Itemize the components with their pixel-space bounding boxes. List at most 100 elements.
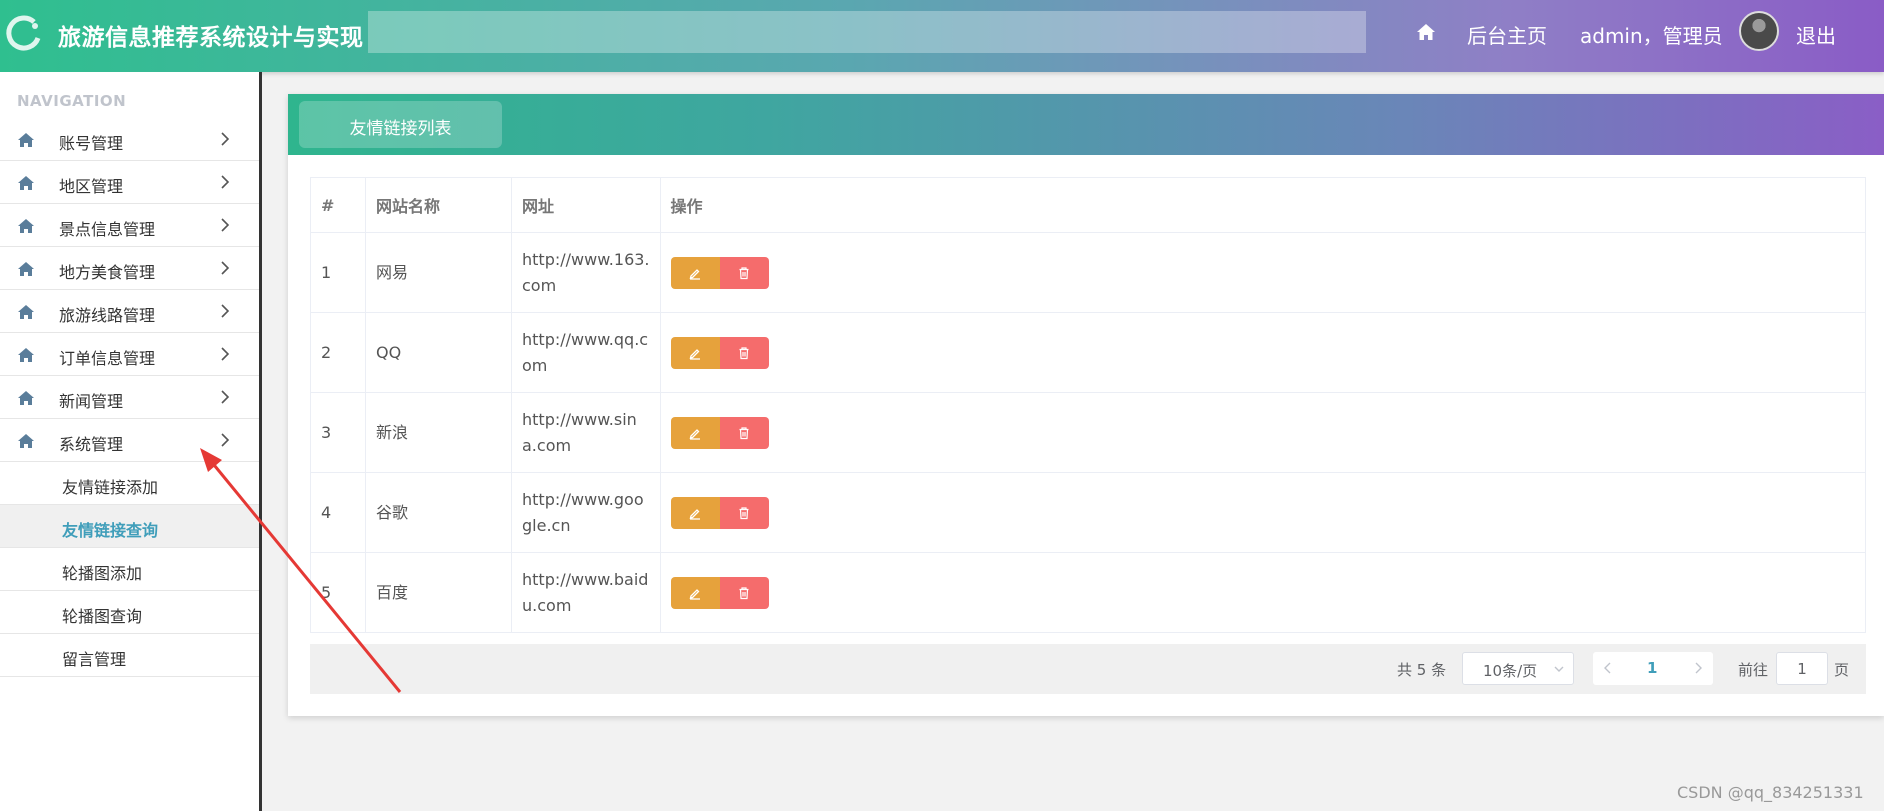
pagination: 共 5 条 10条/页 1 前往 页 bbox=[310, 644, 1866, 694]
sidebar-item-route[interactable]: 旅游线路管理 bbox=[0, 290, 259, 333]
sidebar-subitem-link-add[interactable]: 友情链接添加 bbox=[0, 462, 259, 505]
sidebar-item-label: 地区管理 bbox=[59, 177, 124, 196]
site-url: http://www.goo gle.cn bbox=[511, 472, 661, 553]
header-search-bar[interactable] bbox=[368, 11, 1366, 53]
home-icon bbox=[18, 391, 34, 405]
sidebar-item-account[interactable]: 账号管理 bbox=[0, 118, 259, 161]
site-url: http://www.qq.c om bbox=[511, 312, 661, 393]
page-suffix: 页 bbox=[1834, 661, 1850, 679]
chevron-down-icon bbox=[1554, 666, 1564, 672]
edit-button[interactable] bbox=[670, 576, 720, 609]
current-page[interactable]: 1 bbox=[1647, 659, 1657, 677]
sidebar-subitem-label: 友情链接添加 bbox=[62, 478, 159, 497]
edit-icon bbox=[689, 588, 701, 600]
sidebar-item-food[interactable]: 地方美食管理 bbox=[0, 247, 259, 290]
row-index: 4 bbox=[310, 472, 366, 553]
sidebar-subitem-label: 轮播图添加 bbox=[62, 564, 143, 583]
site-name: 网易 bbox=[365, 232, 512, 313]
table-row: 1 网易 http://www.163. com bbox=[310, 232, 1867, 313]
chevron-right-icon bbox=[221, 347, 230, 361]
column-header: # bbox=[310, 177, 366, 233]
row-index: 3 bbox=[310, 392, 366, 473]
chevron-right-icon[interactable] bbox=[1691, 660, 1705, 676]
url-line: http://www.qq.c bbox=[522, 329, 649, 349]
logout-link[interactable]: 退出 bbox=[1796, 20, 1836, 49]
home-icon bbox=[18, 176, 34, 190]
trash-icon bbox=[739, 586, 749, 599]
site-url: http://www.sin a.com bbox=[511, 392, 661, 473]
sidebar: NAVIGATION 账号管理 地区管理 景点信息管理 地方美食管理 旅游线路管… bbox=[0, 72, 262, 811]
edit-button[interactable] bbox=[670, 496, 720, 529]
page-size-select[interactable]: 10条/页 bbox=[1462, 652, 1574, 685]
chevron-right-icon bbox=[221, 175, 230, 189]
sidebar-item-system[interactable]: 系统管理 bbox=[0, 419, 259, 462]
nav-caption: NAVIGATION bbox=[17, 92, 127, 110]
avatar[interactable] bbox=[1739, 11, 1779, 51]
site-name: 百度 bbox=[365, 552, 512, 633]
sidebar-item-scenic[interactable]: 景点信息管理 bbox=[0, 204, 259, 247]
home-icon bbox=[18, 305, 34, 319]
sidebar-item-label: 地方美食管理 bbox=[59, 263, 156, 282]
sidebar-item-news[interactable]: 新闻管理 bbox=[0, 376, 259, 419]
site-name: 新浪 bbox=[365, 392, 512, 473]
trash-icon bbox=[739, 266, 749, 279]
trash-icon bbox=[739, 426, 749, 439]
row-actions bbox=[659, 392, 1867, 473]
url-line: om bbox=[522, 355, 548, 375]
goto-page-input[interactable] bbox=[1776, 652, 1828, 685]
delete-button[interactable] bbox=[719, 336, 769, 369]
edit-button[interactable] bbox=[670, 416, 720, 449]
column-header: 操作 bbox=[659, 177, 1867, 233]
url-line: http://www.goo bbox=[522, 489, 644, 509]
row-index: 5 bbox=[310, 552, 366, 633]
chevron-right-icon bbox=[221, 390, 230, 404]
url-line: http://www.sin bbox=[522, 409, 637, 429]
page-navigator: 1 bbox=[1593, 652, 1713, 685]
site-name: 谷歌 bbox=[365, 472, 512, 553]
chevron-left-icon[interactable] bbox=[1601, 660, 1615, 676]
sidebar-subitem-messages[interactable]: 留言管理 bbox=[0, 634, 259, 677]
backend-home-link[interactable]: 后台主页 bbox=[1467, 20, 1547, 49]
edit-icon bbox=[689, 428, 701, 440]
edit-icon bbox=[689, 348, 701, 360]
tab-link-list[interactable]: 友情链接列表 bbox=[299, 101, 502, 148]
watermark: CSDN @qq_834251331 bbox=[1677, 783, 1864, 802]
sidebar-subitem-label: 友情链接查询 bbox=[62, 521, 159, 540]
delete-button[interactable] bbox=[719, 496, 769, 529]
sidebar-subitem-carousel-query[interactable]: 轮播图查询 bbox=[0, 591, 259, 634]
chevron-right-icon bbox=[221, 433, 230, 447]
tab-label: 友情链接列表 bbox=[349, 119, 452, 139]
home-icon bbox=[18, 262, 34, 276]
sidebar-item-label: 账号管理 bbox=[59, 134, 124, 153]
delete-button[interactable] bbox=[719, 576, 769, 609]
table-row: 4 谷歌 http://www.goo gle.cn bbox=[310, 472, 1867, 553]
delete-button[interactable] bbox=[719, 416, 769, 449]
sidebar-subitem-link-query[interactable]: 友情链接查询 bbox=[0, 505, 259, 548]
delete-button[interactable] bbox=[719, 256, 769, 289]
column-header: 网址 bbox=[511, 177, 661, 233]
app-title: 旅游信息推荐系统设计与实现 bbox=[58, 25, 364, 51]
chevron-right-icon bbox=[221, 304, 230, 318]
chevron-right-icon bbox=[221, 132, 230, 146]
sidebar-item-label: 订单信息管理 bbox=[59, 349, 156, 368]
user-name: admin，管理员 bbox=[1580, 24, 1723, 48]
sidebar-item-label: 景点信息管理 bbox=[59, 220, 156, 239]
sidebar-subitem-label: 留言管理 bbox=[62, 650, 127, 669]
table-row: 2 QQ http://www.qq.c om bbox=[310, 312, 1867, 393]
home-icon bbox=[18, 348, 34, 362]
url-line: a.com bbox=[522, 435, 572, 455]
edit-icon bbox=[689, 268, 701, 280]
sidebar-item-order[interactable]: 订单信息管理 bbox=[0, 333, 259, 376]
edit-button[interactable] bbox=[670, 256, 720, 289]
row-actions bbox=[659, 552, 1867, 633]
trash-icon bbox=[739, 346, 749, 359]
url-line: u.com bbox=[522, 595, 572, 615]
logo-icon bbox=[6, 15, 41, 51]
chevron-right-icon bbox=[221, 261, 230, 275]
top-header: 旅游信息推荐系统设计与实现 后台主页 admin，管理员 退出 bbox=[0, 0, 1884, 72]
pagination-total: 共 5 条 bbox=[1397, 661, 1447, 679]
sidebar-item-region[interactable]: 地区管理 bbox=[0, 161, 259, 204]
edit-button[interactable] bbox=[670, 336, 720, 369]
home-icon[interactable] bbox=[1416, 22, 1436, 42]
sidebar-subitem-carousel-add[interactable]: 轮播图添加 bbox=[0, 548, 259, 591]
